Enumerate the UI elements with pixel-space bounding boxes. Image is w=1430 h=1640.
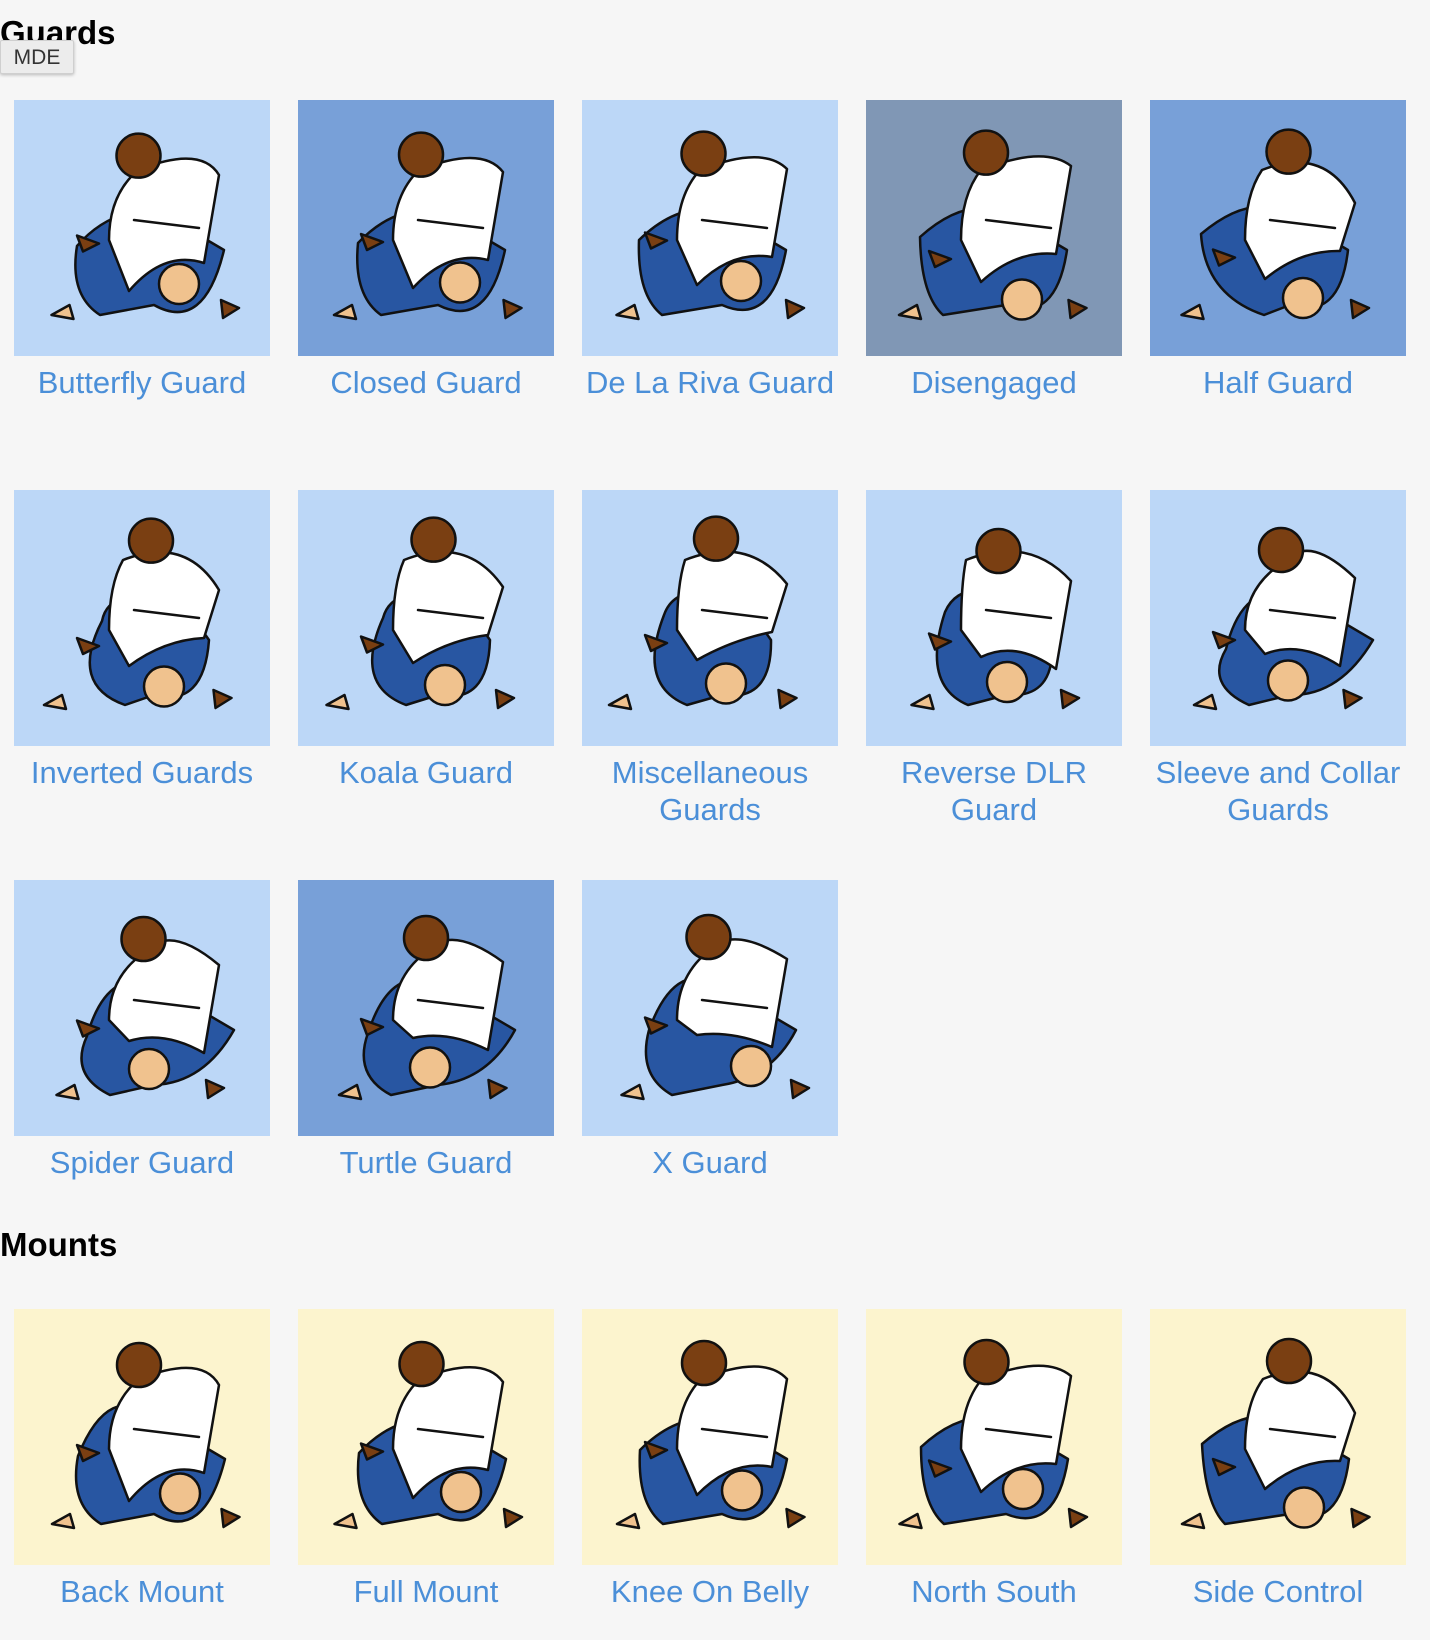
position-tile-side-control[interactable]: Side Control — [1150, 1309, 1406, 1639]
guards-grid: Butterfly Guard Closed Guard De La Riva … — [14, 100, 1416, 1270]
position-tile-half-guard[interactable]: Half Guard — [1150, 100, 1406, 490]
position-tile-butterfly-guard[interactable]: Butterfly Guard — [14, 100, 270, 490]
de-la-riva-guard-link-label[interactable]: De La Riva Guard — [582, 364, 838, 401]
position-tile-x-guard[interactable]: X Guard — [582, 880, 838, 1270]
position-tile-full-mount[interactable]: Full Mount — [298, 1309, 554, 1639]
back-mount-link-label[interactable]: Back Mount — [14, 1573, 270, 1610]
side-control-link-label[interactable]: Side Control — [1150, 1573, 1406, 1610]
disengaged-illustration[interactable] — [866, 100, 1122, 356]
north-south-link-label[interactable]: North South — [866, 1573, 1122, 1610]
position-tile-sleeve-and-collar-guards[interactable]: Sleeve and Collar Guards — [1150, 490, 1406, 880]
turtle-guard-illustration[interactable] — [298, 880, 554, 1136]
de-la-riva-guard-illustration[interactable] — [582, 100, 838, 356]
position-tile-miscellaneous-guards[interactable]: Miscellaneous Guards — [582, 490, 838, 880]
position-tile-disengaged[interactable]: Disengaged — [866, 100, 1122, 490]
reverse-dlr-guard-illustration[interactable] — [866, 490, 1122, 746]
full-mount-illustration[interactable] — [298, 1309, 554, 1565]
mde-badge[interactable]: MDE — [0, 40, 74, 74]
butterfly-guard-illustration[interactable] — [14, 100, 270, 356]
knee-on-belly-link-label[interactable]: Knee On Belly — [582, 1573, 838, 1610]
position-tile-back-mount[interactable]: Back Mount — [14, 1309, 270, 1639]
spider-guard-link-label[interactable]: Spider Guard — [14, 1144, 270, 1181]
position-tile-reverse-dlr-guard[interactable]: Reverse DLR Guard — [866, 490, 1122, 880]
sleeve-and-collar-guards-illustration[interactable] — [1150, 490, 1406, 746]
x-guard-link-label[interactable]: X Guard — [582, 1144, 838, 1181]
miscellaneous-guards-link-label[interactable]: Miscellaneous Guards — [582, 754, 838, 828]
reverse-dlr-guard-link-label[interactable]: Reverse DLR Guard — [866, 754, 1122, 828]
position-tile-north-south[interactable]: North South — [866, 1309, 1122, 1639]
spider-guard-illustration[interactable] — [14, 880, 270, 1136]
koala-guard-illustration[interactable] — [298, 490, 554, 746]
mounts-section-title: Mounts — [0, 1226, 118, 1263]
position-tile-inverted-guards[interactable]: Inverted Guards — [14, 490, 270, 880]
half-guard-link-label[interactable]: Half Guard — [1150, 364, 1406, 401]
half-guard-illustration[interactable] — [1150, 100, 1406, 356]
koala-guard-link-label[interactable]: Koala Guard — [298, 754, 554, 791]
side-control-illustration[interactable] — [1150, 1309, 1406, 1565]
position-tile-koala-guard[interactable]: Koala Guard — [298, 490, 554, 880]
position-tile-de-la-riva-guard[interactable]: De La Riva Guard — [582, 100, 838, 490]
knee-on-belly-illustration[interactable] — [582, 1309, 838, 1565]
position-tile-spider-guard[interactable]: Spider Guard — [14, 880, 270, 1270]
position-tile-turtle-guard[interactable]: Turtle Guard — [298, 880, 554, 1270]
inverted-guards-link-label[interactable]: Inverted Guards — [14, 754, 270, 791]
x-guard-illustration[interactable] — [582, 880, 838, 1136]
sleeve-and-collar-guards-link-label[interactable]: Sleeve and Collar Guards — [1150, 754, 1406, 828]
full-mount-link-label[interactable]: Full Mount — [298, 1573, 554, 1610]
position-tile-closed-guard[interactable]: Closed Guard — [298, 100, 554, 490]
north-south-illustration[interactable] — [866, 1309, 1122, 1565]
inverted-guards-illustration[interactable] — [14, 490, 270, 746]
miscellaneous-guards-illustration[interactable] — [582, 490, 838, 746]
disengaged-link-label[interactable]: Disengaged — [866, 364, 1122, 401]
mounts-grid: Back Mount Full Mount Knee On Belly Nort… — [14, 1309, 1416, 1639]
closed-guard-illustration[interactable] — [298, 100, 554, 356]
butterfly-guard-link-label[interactable]: Butterfly Guard — [14, 364, 270, 401]
back-mount-illustration[interactable] — [14, 1309, 270, 1565]
turtle-guard-link-label[interactable]: Turtle Guard — [298, 1144, 554, 1181]
closed-guard-link-label[interactable]: Closed Guard — [298, 364, 554, 401]
position-tile-knee-on-belly[interactable]: Knee On Belly — [582, 1309, 838, 1639]
